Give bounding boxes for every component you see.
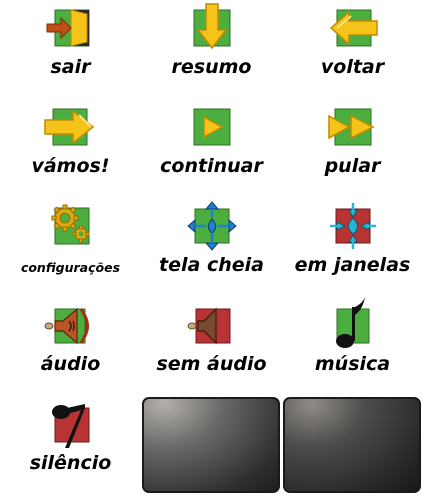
arrow-forward-icon [43,107,94,147]
skip-label: pular [324,155,381,177]
audio-label: áudio [40,353,101,375]
settings-label: configurações [20,260,121,275]
summary-label: resumo [171,56,252,78]
music-button[interactable]: música [282,297,423,396]
music-note-icon [333,297,373,348]
play-icon [192,107,232,147]
arrow-back-icon [329,8,378,48]
speaker-on-icon [44,305,91,345]
windowed-label: em janelas [294,254,411,276]
settings-button[interactable]: configurações [0,198,141,297]
silence-button[interactable]: silêncio [0,396,141,495]
back-label: voltar [320,56,385,78]
exit-icon [46,8,91,48]
mute-label: sem áudio [156,353,267,375]
exit-button[interactable]: sair [0,0,141,99]
windowed-icon [329,203,376,249]
arrow-down-icon [192,3,232,50]
fullscreen-button[interactable]: tela cheia [141,198,282,297]
summary-button[interactable]: resumo [141,0,282,99]
gradient-button-a[interactable] [142,397,280,493]
gradient-button-b[interactable] [283,397,421,493]
windowed-button[interactable]: em janelas [282,198,423,297]
fullscreen-label: tela cheia [159,254,264,276]
go-label: vámos! [31,155,110,177]
fast-forward-icon [327,107,375,147]
skip-button[interactable]: pular [282,99,423,198]
music-off-icon [51,404,91,448]
exit-label: sair [50,56,91,78]
continue-label: continuar [160,155,263,177]
audio-button[interactable]: áudio [0,297,141,396]
silence-label: silêncio [29,452,112,474]
gears-icon [51,204,91,246]
mute-button[interactable]: sem áudio [141,297,282,396]
speaker-off-icon [187,305,232,345]
fullscreen-icon [186,201,237,251]
music-label: música [314,353,391,375]
continue-button[interactable]: continuar [141,99,282,198]
go-button[interactable]: vámos! [0,99,141,198]
back-button[interactable]: voltar [282,0,423,99]
